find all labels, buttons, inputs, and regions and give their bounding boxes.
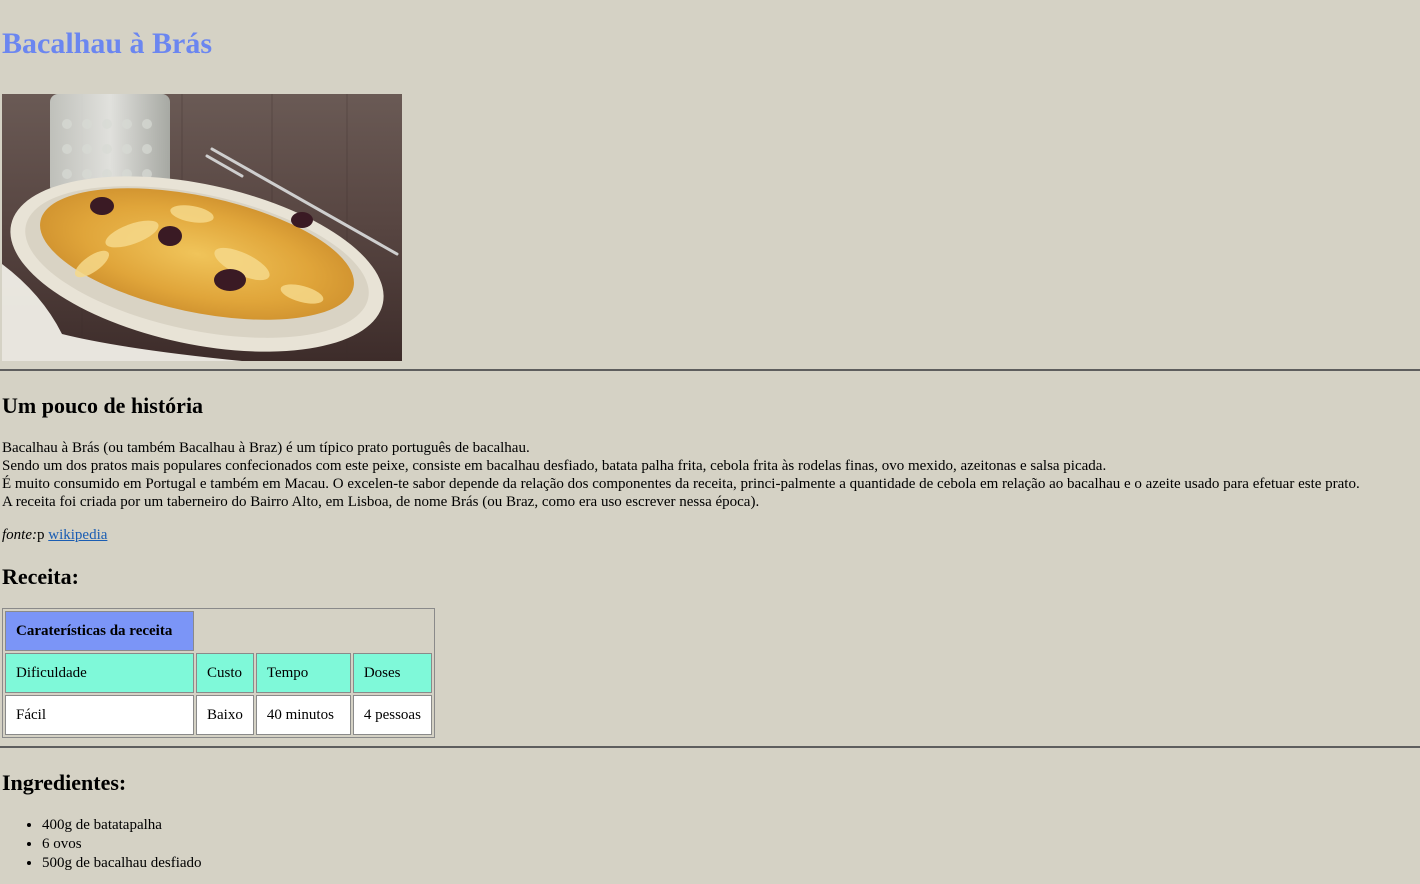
history-paragraph: A receita foi criada por um taberneiro d… — [2, 494, 760, 510]
table-value-cell: 4 pessoas — [352, 695, 432, 735]
table-value-cell: 40 minutos — [255, 695, 351, 735]
page: Bacalhau à Brás Um pouco de história Bac… — [0, 0, 1420, 873]
ingredients-heading: Ingredientes: — [2, 770, 127, 795]
recipe-heading: Receita: — [2, 564, 79, 589]
history-text: Bacalhau à Brás (ou também Bacalhau à Br… — [2, 439, 1418, 511]
table-row: Dificuldade Custo Tempo Doses — [5, 653, 432, 693]
table-row: Caraterísticas da receita — [5, 611, 432, 651]
table-category-cell: Doses — [352, 653, 432, 693]
history-paragraph: É muito consumido em Portugal e também e… — [2, 476, 1360, 492]
list-item: 6 ovos — [42, 835, 1418, 854]
source-line: fonte:p wikipedia — [2, 526, 1418, 544]
source-extra: p — [37, 527, 49, 543]
table-category-cell: Dificuldade — [5, 653, 194, 693]
table-value-cell: Fácil — [5, 695, 194, 735]
dish-photo-image — [2, 94, 402, 361]
section-divider — [0, 369, 1420, 371]
table-value-cell: Baixo — [196, 695, 254, 735]
source-label: fonte: — [2, 527, 37, 543]
history-paragraph: Bacalhau à Brás (ou também Bacalhau à Br… — [2, 440, 530, 456]
table-category-cell: Tempo — [255, 653, 351, 693]
history-paragraph: Sendo um dos pratos mais populares confe… — [2, 458, 1107, 474]
table-row: Fácil Baixo 40 minutos 4 pessoas — [5, 695, 432, 735]
list-item: 500g de bacalhau desfiado — [42, 854, 1418, 873]
table-header-cell: Caraterísticas da receita — [5, 611, 194, 651]
dish-photo — [2, 94, 402, 361]
page-title: Bacalhau à Brás — [2, 27, 213, 60]
section-divider — [0, 746, 1420, 748]
history-heading: Um pouco de história — [2, 393, 204, 418]
wikipedia-link[interactable]: wikipedia — [48, 527, 107, 543]
recipe-table: Caraterísticas da receita Dificuldade Cu… — [2, 608, 435, 738]
ingredients-list: 400g de batatapalha 6 ovos 500g de bacal… — [2, 816, 1418, 873]
table-category-cell: Custo — [196, 653, 254, 693]
list-item: 400g de batatapalha — [42, 816, 1418, 835]
